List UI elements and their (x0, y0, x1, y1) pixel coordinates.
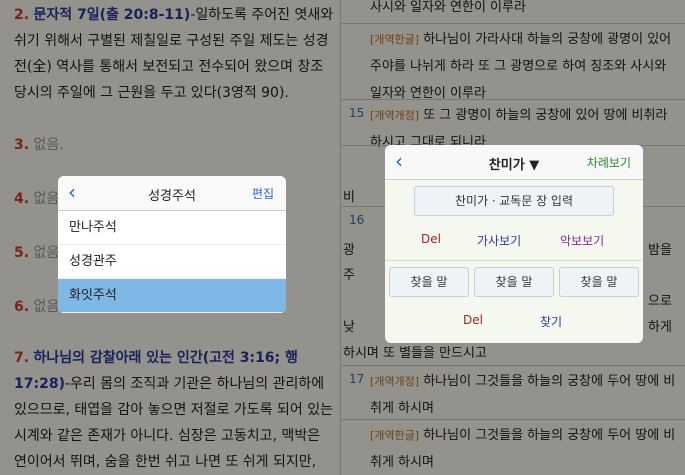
popup-header: ‹ 성경주석 편집 (58, 176, 286, 211)
edit-button[interactable]: 편집 (252, 185, 274, 202)
search-term-field-1[interactable]: 찾을 말 (389, 267, 469, 297)
commentary-picker-popup: ‹ 성경주석 편집 만나주석 성경관주 화잇주석 (58, 176, 286, 313)
divider (385, 260, 643, 261)
lyrics-button[interactable]: 가사보기 (477, 232, 521, 249)
search-term-field-3[interactable]: 찾을 말 (559, 267, 639, 297)
popup-header: ‹ 찬미가 ▼ 차례보기 (385, 145, 643, 180)
score-button[interactable]: 악보보기 (560, 232, 604, 249)
find-button[interactable]: 찾기 (540, 313, 562, 330)
search-term-field-2[interactable]: 찾을 말 (474, 267, 554, 297)
hymn-search-popup: ‹ 찬미가 ▼ 차례보기 찬미가ㆍ교독문 장 입력 Del 가사보기 악보보기 … (385, 145, 643, 343)
hymn-number-input[interactable]: 찬미가ㆍ교독문 장 입력 (414, 186, 614, 216)
del-button[interactable]: Del (421, 232, 441, 246)
commentary-item-manna[interactable]: 만나주석 (58, 211, 286, 245)
toc-button[interactable]: 차례보기 (587, 154, 631, 171)
commentary-item-cross-reference[interactable]: 성경관주 (58, 245, 286, 279)
commentary-item-white[interactable]: 화잇주석 (58, 279, 286, 313)
del-button-2[interactable]: Del (463, 313, 483, 327)
